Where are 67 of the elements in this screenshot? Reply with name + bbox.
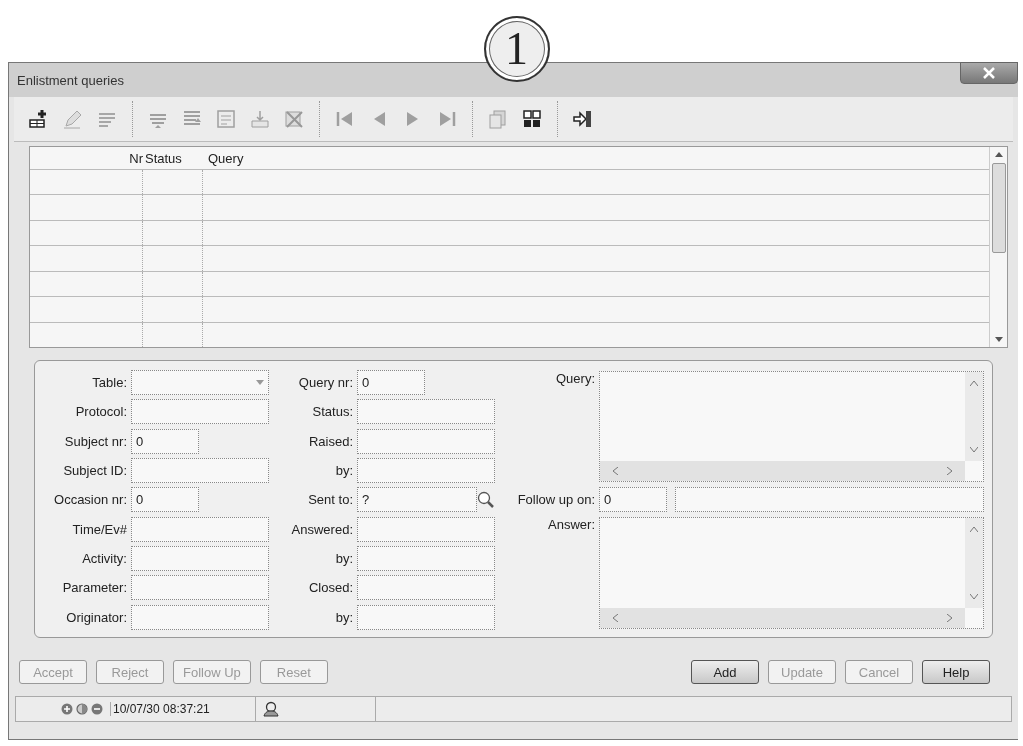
field-label: Subject ID: [62,463,127,479]
field-label: Query nr: [297,375,353,391]
field-label: Subject nr: [63,433,127,449]
search-icon[interactable] [477,490,495,509]
callout-number: 1 [483,16,550,82]
minus-circle-icon[interactable] [91,703,103,715]
tray-icon [249,108,271,130]
input-field[interactable] [131,516,269,542]
field-label: Query: [555,370,595,386]
plus-circle-icon[interactable] [61,703,73,715]
window-title: Enlistment queries [17,72,124,88]
field-label: Closed: [307,580,353,596]
input-field[interactable] [357,516,495,542]
column-header[interactable]: Query [203,150,989,166]
down-arrow-icon[interactable] [994,337,1003,343]
column-header[interactable]: Status [143,150,203,166]
input-field[interactable] [357,428,495,454]
input-field[interactable]: 0 [131,487,199,513]
form-icon [215,108,237,130]
input-field[interactable] [357,458,495,484]
field-label: Occasion nr: [53,492,127,508]
dropdown[interactable] [131,370,269,396]
input-field[interactable] [131,575,269,601]
field-label: Parameter: [61,580,127,596]
input-field[interactable]: ? [357,487,477,513]
field-label: Follow up on: [516,492,595,508]
field-label: Table: [91,375,127,391]
circle-icon[interactable] [76,703,88,715]
field-label: Answer: [547,516,595,533]
action-button[interactable]: Add [691,660,759,684]
user-icon [262,701,280,717]
field-label: Raised: [307,433,353,449]
input-field[interactable] [131,458,269,484]
input-field[interactable] [675,487,984,513]
input-field[interactable] [131,545,269,571]
input-field[interactable] [131,604,269,630]
caret-icon [256,380,264,386]
column-header[interactable]: Nr [30,150,143,166]
close-button[interactable] [960,62,1018,84]
field-label: Status: [311,404,353,420]
vertical-scrollbar[interactable] [989,147,1007,347]
up-arrow-icon[interactable] [994,151,1003,157]
input-field[interactable]: 0 [599,487,667,513]
field-label: by: [334,609,353,625]
input-field[interactable]: 0 [357,370,425,396]
field-label: Originator: [65,609,127,625]
input-field[interactable] [357,399,495,425]
field-label: by: [334,463,353,479]
field-label: Activity: [81,550,127,566]
action-button[interactable]: Help [922,660,990,684]
close-icon [982,67,996,79]
grid-icon [521,108,543,130]
exit-icon [572,108,594,130]
field-label: by: [334,550,353,566]
field-label: Time/Ev# [71,521,127,537]
timestamp: 10/07/30 08:37:21 [110,702,210,716]
input-field[interactable] [357,604,495,630]
input-field[interactable] [357,545,495,571]
input-field[interactable] [131,399,269,425]
input-field[interactable]: 0 [131,428,199,454]
field-label: Sent to: [307,492,353,508]
field-label: Protocol: [74,404,127,420]
field-label: Answered: [290,521,353,537]
input-field[interactable] [357,575,495,601]
pencil-icon [62,108,84,130]
copy-icon [487,108,509,130]
delete-icon [283,108,305,130]
